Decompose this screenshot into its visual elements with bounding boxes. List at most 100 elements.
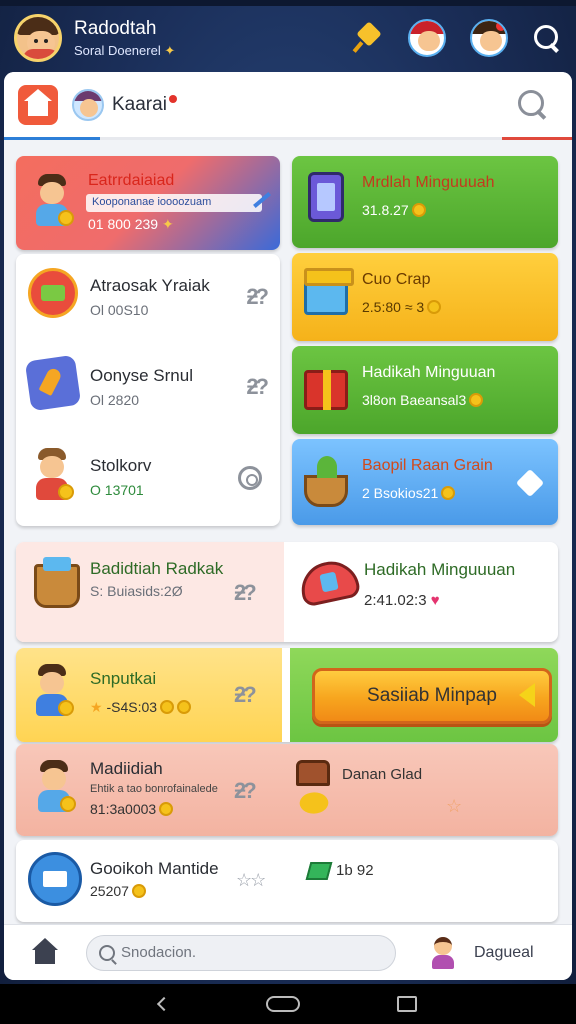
top-icons bbox=[354, 19, 562, 57]
home-button[interactable] bbox=[18, 84, 58, 125]
list-item-subtitle: O 13701 bbox=[90, 482, 144, 498]
star-icon: ★ bbox=[90, 699, 103, 715]
row-left[interactable]: Snputkai ★ -S4S:03 ƻ? bbox=[16, 648, 282, 742]
list-item[interactable]: Oonyse Srnul Ol 2820 ƻ? bbox=[16, 344, 280, 432]
panel-header: Kaarai bbox=[4, 72, 572, 140]
row-title: Badidtiah Radkak bbox=[90, 559, 224, 578]
user-subtitle: Soral Doenerel ✦ bbox=[74, 42, 176, 58]
wide-row-2: Snputkai ★ -S4S:03 ƻ? Sasiiab Minpap bbox=[16, 648, 558, 742]
list-item-title: Atraosak Yraiak bbox=[90, 276, 210, 295]
sparkle-icon: ✦ bbox=[161, 216, 174, 232]
recents-icon[interactable] bbox=[397, 996, 418, 1012]
profile-label[interactable]: Dagueal bbox=[474, 944, 534, 962]
wide-row-1[interactable]: Badidtiah Radkak S: Buiasids:2Ø ƻ? Hadik… bbox=[16, 542, 558, 642]
mail-icon bbox=[28, 852, 82, 906]
farmer-icon bbox=[30, 448, 74, 504]
left-list-card: Atraosak Yraiak Ol 00S10 ƻ? Oonyse Srnul… bbox=[16, 254, 280, 526]
home-icon bbox=[24, 88, 52, 116]
chevron-icon: ƻ? bbox=[234, 682, 257, 707]
notification-badge bbox=[496, 21, 506, 31]
pin-icon[interactable] bbox=[354, 23, 384, 53]
reward-card-green[interactable]: Mrdlah Minguuuah 31.8.27 bbox=[292, 156, 558, 248]
basket-icon bbox=[34, 557, 80, 608]
row-right: Sasiiab Minpap bbox=[290, 648, 558, 742]
drum-icon bbox=[296, 556, 362, 608]
chevron-icon: ƻ? bbox=[246, 374, 269, 399]
reward-subtitle: 2.5:80 ≈ 3 bbox=[362, 299, 442, 315]
sparkle-icon: ✦ bbox=[164, 42, 176, 58]
user-info: Radodtah Soral Doenerel ✦ bbox=[74, 18, 175, 59]
row-right-value: 1b 92 bbox=[336, 862, 374, 879]
list-item-subtitle: Ol 2820 bbox=[90, 392, 140, 408]
character-icon bbox=[32, 760, 76, 816]
bottom-bar: Snodacion. Dagueal bbox=[4, 924, 572, 980]
search-input[interactable]: Snodacion. bbox=[86, 934, 396, 971]
coin-icon bbox=[159, 802, 174, 816]
row-title: Madiidiah bbox=[90, 759, 163, 778]
reward-title: Cuo Crap bbox=[362, 271, 431, 288]
wide-row-3[interactable]: Madiidiah Ehtik a tao bonrofainalede 81:… bbox=[16, 744, 558, 836]
reward-title: Hadikah Minguuan bbox=[362, 364, 496, 381]
character-icon bbox=[30, 174, 74, 230]
search-icon bbox=[99, 944, 115, 961]
box-icon bbox=[304, 268, 354, 315]
panel-avatar[interactable] bbox=[72, 88, 104, 121]
row-right-subtitle: 2:41.02:3 ♥ bbox=[364, 592, 440, 609]
character-icon bbox=[30, 664, 74, 720]
bird-icon bbox=[297, 787, 331, 819]
list-item-title: Oonyse Srnul bbox=[90, 366, 193, 385]
friend-avatar[interactable] bbox=[408, 19, 446, 57]
back-icon[interactable] bbox=[156, 996, 171, 1012]
reward-card-yellow[interactable]: Cuo Crap 2.5:80 ≈ 3 bbox=[292, 253, 558, 341]
list-item-subtitle: Ol 00S10 bbox=[90, 302, 149, 318]
list-item[interactable]: Stolkorv O 13701 bbox=[16, 434, 280, 522]
chevron-icon: ƻ? bbox=[234, 580, 257, 605]
list-item-title: Stolkorv bbox=[90, 456, 152, 475]
user-avatar[interactable] bbox=[14, 14, 62, 62]
row-subtitle: S: Buiasids:2Ø bbox=[90, 583, 183, 599]
reward-card-blue[interactable]: Baopil Raan Grain 2 Bsokios21 bbox=[292, 439, 558, 525]
reward-subtitle: 2 Bsokios21 bbox=[362, 485, 493, 501]
panel-search-icon[interactable] bbox=[516, 88, 550, 122]
tab-indicator-right bbox=[502, 137, 572, 140]
target-icon[interactable] bbox=[238, 466, 262, 490]
diamond-icon[interactable] bbox=[515, 468, 545, 498]
reward-card-green-gift[interactable]: Hadikah Minguuan 3l8on Baeansal3 bbox=[292, 346, 558, 434]
row-right-title: Hadikah Minguuuan bbox=[364, 560, 516, 579]
featured-value: 01 800 239 ✦ bbox=[88, 216, 174, 232]
home-pill-icon[interactable] bbox=[265, 996, 300, 1012]
chevron-icon: ƻ? bbox=[234, 778, 257, 803]
stars-icon[interactable]: ☆☆ bbox=[236, 870, 266, 891]
coin-icon bbox=[427, 300, 442, 314]
list-item[interactable]: Atraosak Yraiak Ol 00S10 ƻ? bbox=[16, 254, 280, 342]
star-icon[interactable]: ☆ bbox=[446, 796, 462, 817]
panel-title: Kaarai bbox=[112, 93, 167, 115]
plant-pot-icon bbox=[304, 456, 348, 507]
reward-title: Baopil Raan Grain bbox=[362, 457, 493, 474]
reward-title: Mrdlah Minguuuah bbox=[362, 174, 495, 191]
gift-icon bbox=[304, 370, 348, 410]
row-value: 81:3a0003 bbox=[90, 801, 218, 817]
coin-icon bbox=[411, 203, 426, 217]
featured-strip: Kooponanae ioooozuam bbox=[86, 194, 262, 212]
reward-subtitle: 3l8on Baeansal3 bbox=[362, 392, 495, 408]
coin-icon bbox=[469, 393, 484, 407]
row-right-title: Danan Glad bbox=[342, 766, 423, 783]
main-panel: Kaarai Eatrrdaiaiad Kooponanae ioooozuam… bbox=[4, 72, 572, 980]
row-subtitle: 25207 bbox=[90, 883, 219, 899]
tab-indicator bbox=[4, 137, 100, 140]
wide-row-4[interactable]: Gooikoh Mantide 25207 ☆☆ 1b 92 bbox=[16, 840, 558, 922]
featured-title: Eatrrdaiaiad bbox=[88, 172, 175, 189]
home-nav-icon[interactable] bbox=[30, 937, 60, 968]
search-icon[interactable] bbox=[532, 23, 562, 53]
notification-dot bbox=[168, 94, 177, 103]
treasure-chest-icon bbox=[296, 760, 330, 786]
featured-card[interactable]: Eatrrdaiaiad Kooponanae ioooozuam 01 800… bbox=[16, 156, 280, 250]
heart-icon: ♥ bbox=[430, 592, 440, 609]
chest-icon bbox=[28, 268, 78, 318]
top-bar: Radodtah Soral Doenerel ✦ bbox=[0, 6, 576, 70]
friend-avatar-notify[interactable] bbox=[470, 19, 508, 57]
primary-action-button[interactable]: Sasiiab Minpap bbox=[312, 668, 552, 724]
profile-avatar[interactable] bbox=[430, 936, 456, 969]
coin-icon bbox=[160, 700, 175, 714]
